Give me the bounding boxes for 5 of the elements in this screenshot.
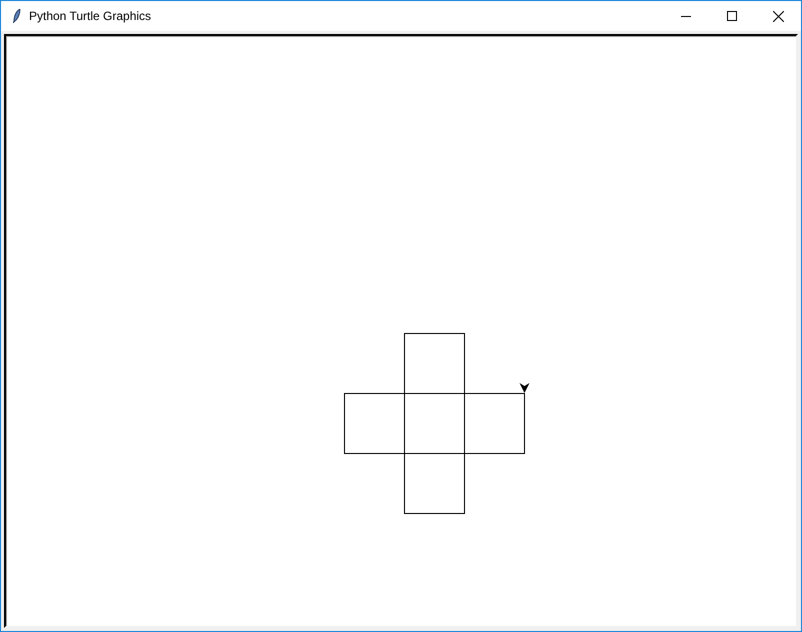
feather-icon [13, 9, 21, 23]
window-title: Python Turtle Graphics [29, 9, 152, 23]
turtle-arrow-icon [520, 383, 530, 393]
close-icon [772, 10, 784, 22]
maximize-icon [727, 11, 737, 21]
